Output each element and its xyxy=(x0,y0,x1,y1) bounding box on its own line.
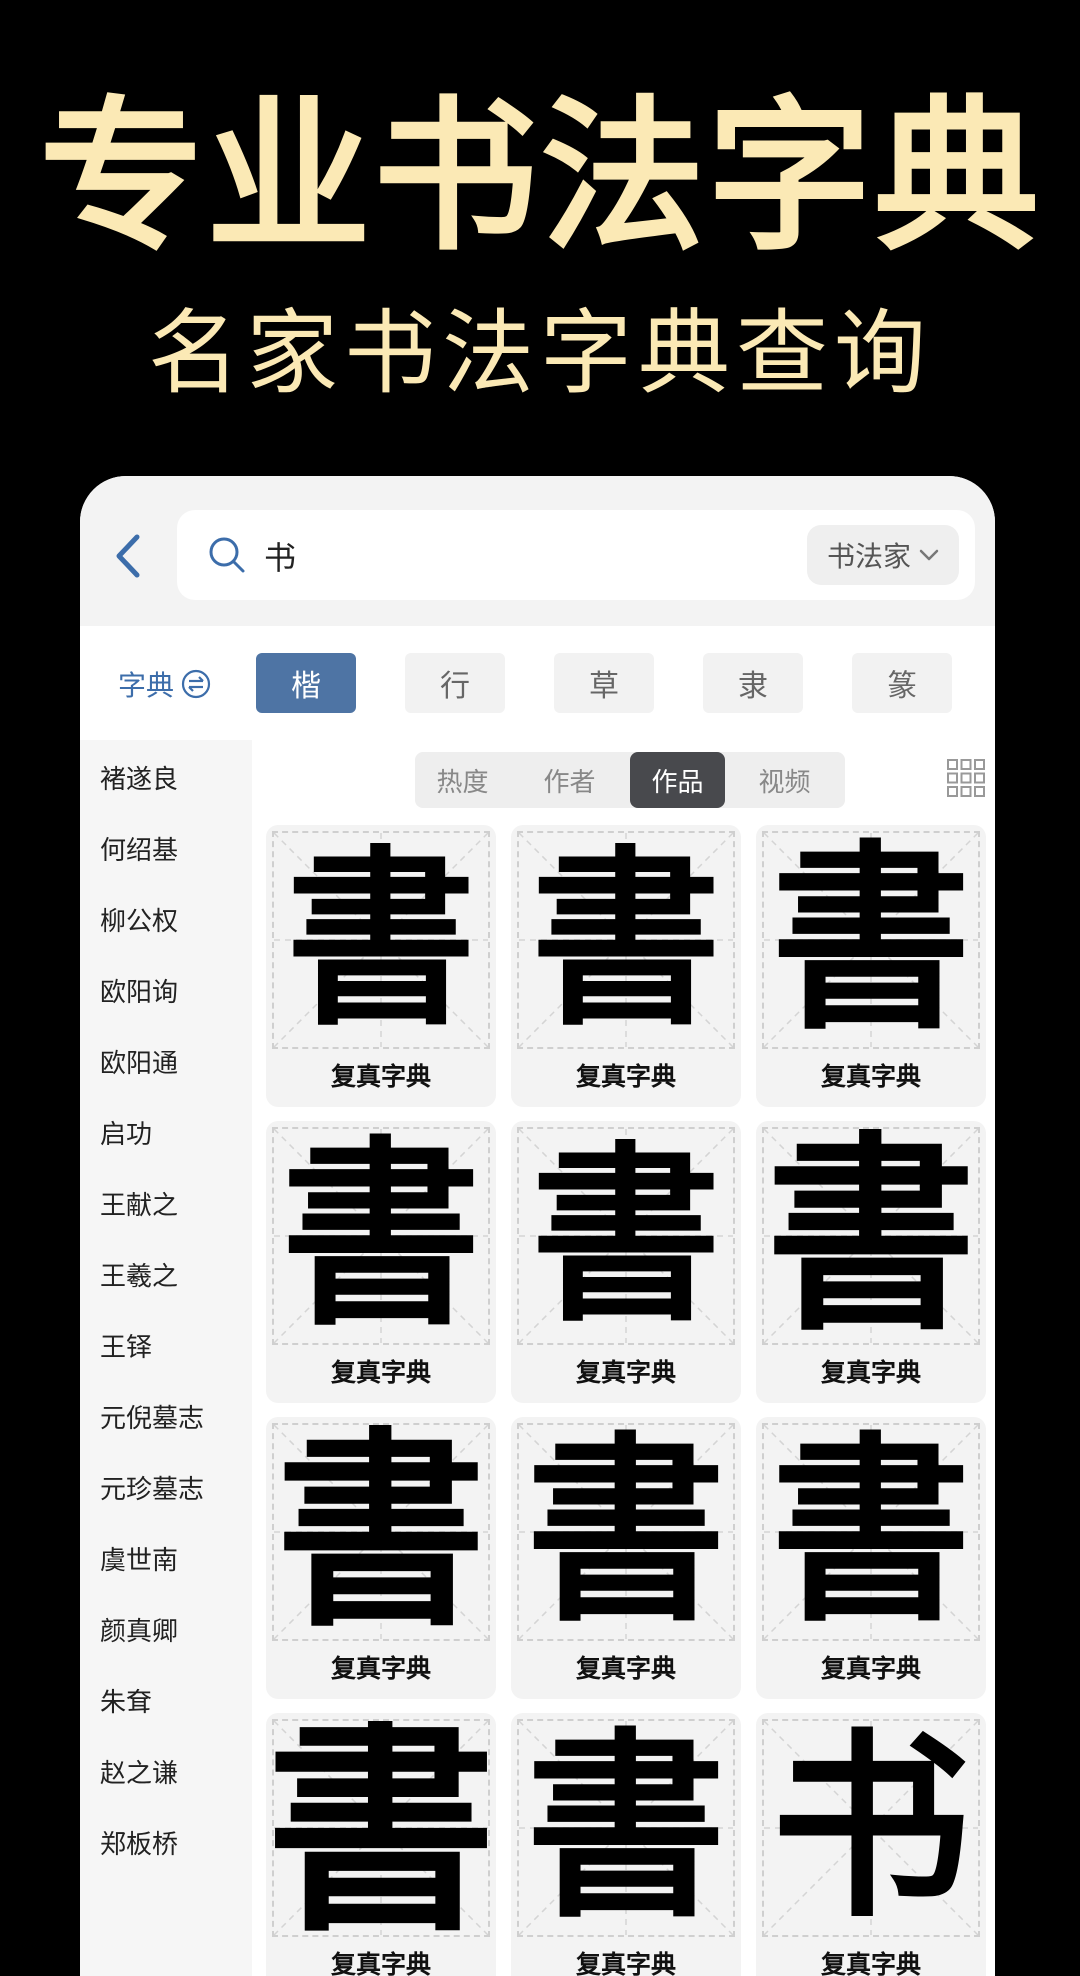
sidebar-item[interactable]: 元倪墓志 xyxy=(100,1398,204,1438)
sort-tabs: 热度 作者 作品 视频 xyxy=(415,752,845,808)
script-style-row: 字典 楷 行 草 隶 篆 xyxy=(80,626,995,740)
calligraphy-card[interactable]: 書复真字典 xyxy=(756,825,986,1107)
search-input[interactable] xyxy=(262,522,666,590)
sidebar-item[interactable]: 王铎 xyxy=(100,1327,152,1367)
calligraphy-card[interactable]: 书复真字典 xyxy=(756,1713,986,1976)
hero-title: 专业书法字典 xyxy=(39,81,1041,273)
calligraphy-glyph: 書 xyxy=(280,1127,481,1345)
sidebar-item[interactable]: 赵之谦 xyxy=(100,1753,178,1793)
calligraphy-card[interactable]: 書复真字典 xyxy=(756,1417,986,1699)
calligraphy-glyph: 書 xyxy=(525,1423,726,1641)
sort-tab-popularity[interactable]: 热度 xyxy=(415,752,510,808)
sidebar-item[interactable]: 褚遂良 xyxy=(100,759,178,799)
glyph-grid-box: 書 xyxy=(517,831,735,1049)
glyph-grid-box: 書 xyxy=(762,1423,980,1641)
card-label: 复真字典 xyxy=(820,1062,921,1091)
card-label: 复真字典 xyxy=(330,1654,431,1683)
calligraphy-card[interactable]: 書复真字典 xyxy=(266,1713,496,1976)
calligraphy-card[interactable]: 書复真字典 xyxy=(511,1121,741,1403)
style-tab-zhuan[interactable]: 篆 xyxy=(852,653,952,713)
glyph-grid-box: 書 xyxy=(517,1719,735,1937)
calligraphy-glyph: 書 xyxy=(530,1127,721,1345)
calligraphy-glyph: 書 xyxy=(285,831,476,1049)
card-label: 复真字典 xyxy=(820,1950,921,1976)
app-screen: 书法家 字典 楷 行 草 隶 篆 褚遂良 何绍基 柳公权 欧阳询 xyxy=(80,476,995,1976)
glyph-grid-box: 书 xyxy=(762,1719,980,1937)
chevron-down-icon xyxy=(919,549,939,561)
search-bar-area: 书法家 xyxy=(80,476,995,626)
sidebar-item[interactable]: 元珍墓志 xyxy=(100,1469,204,1509)
calligraphy-card[interactable]: 書复真字典 xyxy=(511,1417,741,1699)
sort-tab-author[interactable]: 作者 xyxy=(522,752,617,808)
card-label: 复真字典 xyxy=(575,1062,676,1091)
sort-tab-video[interactable]: 视频 xyxy=(737,752,832,808)
glyph-grid-box: 書 xyxy=(272,1127,490,1345)
calligraphy-card[interactable]: 書复真字典 xyxy=(511,1713,741,1976)
search-box[interactable]: 书法家 xyxy=(177,510,975,600)
sidebar-item[interactable]: 何绍基 xyxy=(100,830,178,870)
chevron-left-icon xyxy=(116,534,140,578)
calligraphy-glyph: 書 xyxy=(525,1719,726,1937)
dict-toggle-label: 字典 xyxy=(118,669,175,702)
card-label: 复真字典 xyxy=(820,1654,921,1683)
glyph-grid-box: 書 xyxy=(762,831,980,1049)
calligraphy-card[interactable]: 書复真字典 xyxy=(266,1121,496,1403)
back-button[interactable] xyxy=(108,531,148,581)
sidebar-item[interactable]: 郑板桥 xyxy=(100,1824,178,1864)
switch-icon xyxy=(181,669,211,699)
scope-dropdown[interactable]: 书法家 xyxy=(806,525,959,585)
sort-tab-works[interactable]: 作品 xyxy=(630,752,725,808)
calligraphy-glyph: 書 xyxy=(272,1719,490,1937)
glyph-grid-box: 書 xyxy=(272,1719,490,1937)
card-label: 复真字典 xyxy=(330,1950,431,1976)
calligraphy-glyph: 書 xyxy=(530,831,721,1049)
style-tab-li[interactable]: 隶 xyxy=(703,653,803,713)
search-icon xyxy=(209,537,245,573)
calligraphy-glyph: 書 xyxy=(275,1423,486,1641)
calligraphy-card[interactable]: 書复真字典 xyxy=(511,825,741,1107)
glyph-grid-box: 書 xyxy=(272,831,490,1049)
sidebar-item[interactable]: 王羲之 xyxy=(100,1256,178,1296)
calligraphy-glyph: 书 xyxy=(770,1719,971,1937)
scope-dropdown-label: 书法家 xyxy=(826,540,911,573)
sidebar-item[interactable]: 虞世南 xyxy=(100,1540,178,1580)
style-tab-kai[interactable]: 楷 xyxy=(256,653,356,713)
glyph-grid-box: 書 xyxy=(762,1127,980,1345)
sidebar-item[interactable]: 柳公权 xyxy=(100,901,178,941)
sidebar-item[interactable]: 王献之 xyxy=(100,1185,178,1225)
card-label: 复真字典 xyxy=(575,1654,676,1683)
calligraphy-glyph: 書 xyxy=(770,1423,971,1641)
sidebar-item[interactable]: 朱耷 xyxy=(100,1682,152,1722)
glyph-grid-box: 書 xyxy=(272,1423,490,1641)
card-label: 复真字典 xyxy=(575,1358,676,1387)
glyph-grid-box: 書 xyxy=(517,1423,735,1641)
card-label: 复真字典 xyxy=(330,1358,431,1387)
sidebar-item[interactable]: 启功 xyxy=(100,1114,152,1154)
style-tab-cao[interactable]: 草 xyxy=(554,653,654,713)
style-tab-xing[interactable]: 行 xyxy=(405,653,505,713)
sidebar-item[interactable]: 欧阳通 xyxy=(100,1043,178,1083)
calligraphy-glyph: 書 xyxy=(770,831,971,1049)
sidebar-item[interactable]: 欧阳询 xyxy=(100,972,178,1012)
card-label: 复真字典 xyxy=(820,1358,921,1387)
calligraphy-card[interactable]: 書复真字典 xyxy=(266,825,496,1107)
sidebar-item[interactable]: 颜真卿 xyxy=(100,1611,178,1651)
calligraphy-glyph: 書 xyxy=(765,1127,976,1345)
dict-toggle-button[interactable]: 字典 xyxy=(118,659,212,709)
card-label: 复真字典 xyxy=(575,1950,676,1976)
calligrapher-sidebar: 褚遂良 何绍基 柳公权 欧阳询 欧阳通 启功 王献之 王羲之 王铎 元倪墓志 元… xyxy=(80,740,252,1976)
hero-subtitle: 名家书法字典查询 xyxy=(147,300,932,407)
glyph-grid-box: 書 xyxy=(517,1127,735,1345)
calligraphy-card[interactable]: 書复真字典 xyxy=(266,1417,496,1699)
grid-view-icon[interactable] xyxy=(946,758,986,798)
card-label: 复真字典 xyxy=(330,1062,431,1091)
calligraphy-card[interactable]: 書复真字典 xyxy=(756,1121,986,1403)
